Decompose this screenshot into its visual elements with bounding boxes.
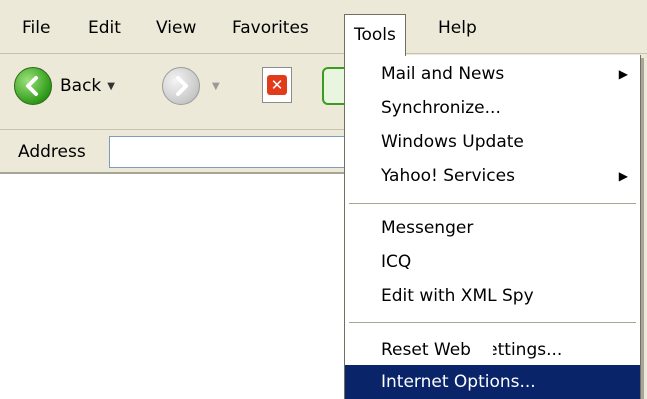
menu-bar: File Edit View Favorites Tools Help (0, 0, 647, 56)
menu-view[interactable]: View (156, 14, 196, 42)
menu-separator (349, 203, 636, 205)
menu-item-windows-update[interactable]: Windows Update (345, 125, 640, 159)
menu-item-label: Internet Options... (381, 372, 536, 392)
forward-dropdown-icon[interactable]: ▼ (212, 81, 220, 92)
stop-button[interactable]: ✕ (262, 67, 292, 103)
menu-item-edit-with-xml-spy[interactable]: Edit with XML Spy (345, 279, 640, 313)
address-input[interactable] (109, 136, 369, 168)
forward-button[interactable]: ▼ (162, 64, 220, 108)
menu-separator (349, 322, 636, 324)
submenu-arrow-icon: ▶ (618, 67, 628, 81)
menu-item-label: Messenger (381, 218, 474, 238)
menu-item-messenger[interactable]: Messenger (345, 211, 640, 245)
menu-favorites[interactable]: Favorites (232, 14, 309, 42)
stop-icon: ✕ (267, 75, 287, 95)
window-edge (641, 56, 647, 399)
menu-item-label: Mail and News (381, 64, 505, 84)
back-dropdown-icon[interactable]: ▼ (107, 81, 115, 92)
menu-tools[interactable]: Tools (344, 14, 406, 56)
mouse-cursor-icon (477, 342, 493, 362)
menu-item-label: Windows Update (381, 132, 524, 152)
menu-item-label: Synchronize... (381, 98, 501, 118)
menu-item-icq[interactable]: ICQ (345, 245, 640, 279)
menu-edit[interactable]: Edit (88, 14, 121, 42)
menu-item-internet-options[interactable]: Internet Options... (345, 365, 640, 399)
menu-item-synchronize[interactable]: Synchronize... (345, 91, 640, 125)
menu-item-label: Yahoo! Services (381, 166, 515, 186)
back-label: Back (60, 76, 102, 96)
menu-help[interactable]: Help (438, 14, 477, 42)
menu-item-mail-and-news[interactable]: Mail and News ▶ (345, 57, 640, 91)
address-label: Address (18, 142, 86, 162)
menu-file[interactable]: File (22, 14, 50, 42)
submenu-arrow-icon: ▶ (618, 169, 628, 183)
menu-item-label: Reset Web Settings... (381, 340, 563, 360)
menu-item-label: ICQ (381, 252, 412, 272)
back-button[interactable]: Back ▼ (14, 64, 115, 108)
back-arrow-icon (14, 67, 52, 105)
menu-item-label: Edit with XML Spy (381, 286, 534, 306)
forward-arrow-icon (162, 67, 200, 105)
menu-item-yahoo-services[interactable]: Yahoo! Services ▶ (345, 159, 640, 193)
refresh-icon[interactable] (322, 67, 346, 105)
